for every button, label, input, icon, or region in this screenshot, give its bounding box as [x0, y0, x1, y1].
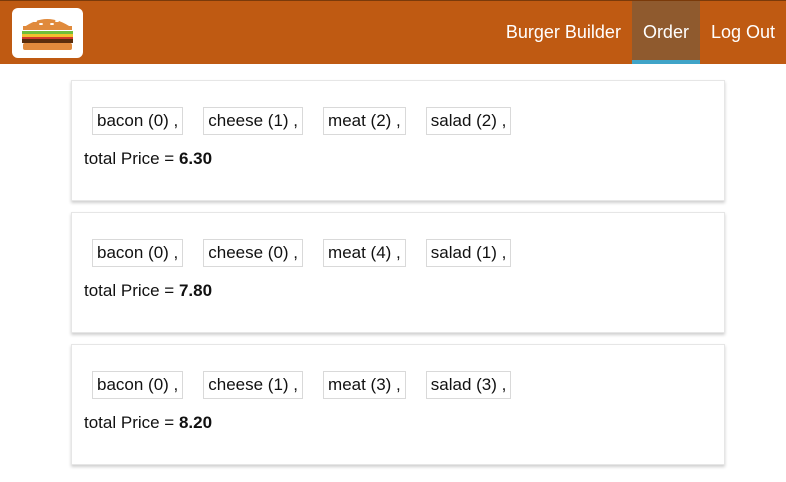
- ingredient-bacon: bacon (0) ,: [92, 107, 184, 135]
- total-price: total Price = 6.30: [84, 149, 212, 169]
- burger-logo-icon[interactable]: [12, 8, 83, 58]
- ingredient-meat: meat (3) ,: [323, 371, 406, 399]
- top-toolbar: Burger Builder Order Log Out: [0, 0, 786, 64]
- ingredient-list: bacon (0) , cheese (1) , meat (3) , sala…: [92, 371, 531, 399]
- orders-list: bacon (0) , cheese (1) , meat (2) , sala…: [71, 80, 725, 476]
- total-price: total Price = 8.20: [84, 413, 212, 433]
- price-value: 8.20: [178, 413, 213, 432]
- ingredient-cheese: cheese (0) ,: [203, 239, 304, 267]
- nav-log-out[interactable]: Log Out: [700, 1, 786, 64]
- price-label: total Price =: [84, 149, 179, 168]
- ingredient-salad: salad (1) ,: [425, 239, 512, 267]
- nav-order[interactable]: Order: [631, 1, 700, 64]
- ingredient-bacon: bacon (0) ,: [92, 371, 184, 399]
- ingredient-cheese: cheese (1) ,: [203, 107, 304, 135]
- price-label: total Price =: [84, 413, 179, 432]
- ingredient-meat: meat (4) ,: [323, 239, 406, 267]
- order-card: bacon (0) , cheese (0) , meat (4) , sala…: [71, 212, 725, 333]
- order-card: bacon (0) , cheese (1) , meat (2) , sala…: [71, 80, 725, 201]
- ingredient-list: bacon (0) , cheese (1) , meat (2) , sala…: [92, 107, 531, 135]
- price-value: 7.80: [178, 281, 213, 300]
- main-nav: Burger Builder Order Log Out: [495, 1, 786, 64]
- ingredient-salad: salad (2) ,: [425, 107, 512, 135]
- ingredient-meat: meat (2) ,: [323, 107, 406, 135]
- ingredient-list: bacon (0) , cheese (0) , meat (4) , sala…: [92, 239, 531, 267]
- price-label: total Price =: [84, 281, 179, 300]
- ingredient-salad: salad (3) ,: [425, 371, 512, 399]
- ingredient-bacon: bacon (0) ,: [92, 239, 184, 267]
- ingredient-cheese: cheese (1) ,: [203, 371, 304, 399]
- total-price: total Price = 7.80: [84, 281, 212, 301]
- price-value: 6.30: [178, 149, 213, 168]
- order-card: bacon (0) , cheese (1) , meat (3) , sala…: [71, 344, 725, 465]
- nav-burger-builder[interactable]: Burger Builder: [495, 1, 632, 64]
